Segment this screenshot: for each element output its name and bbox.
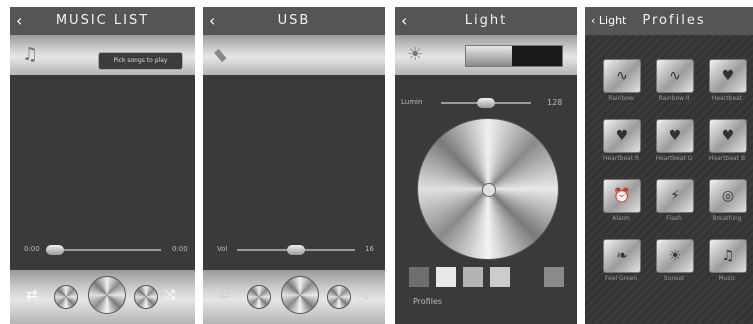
volume-label: Vol (217, 245, 228, 253)
profile-flash-button[interactable]: ⚡ (656, 179, 694, 213)
light-header: ‹ Light (395, 7, 577, 35)
usb-drive-icon: ▮ (209, 44, 229, 65)
shuffle-icon[interactable]: ⤨ (164, 287, 175, 303)
profile-heartbeat-button[interactable]: ♥ (709, 59, 747, 93)
back-arrow-icon[interactable]: ‹ (209, 7, 215, 35)
pick-songs-button[interactable]: Pick songs to play (98, 52, 183, 70)
color-swatch[interactable] (436, 267, 456, 287)
flash-icon: ⚡ (670, 188, 680, 204)
heart-pulse-icon: ♥ (721, 128, 735, 144)
luminance-label: Lumin (401, 98, 423, 106)
breathing-icon: ◎ (721, 188, 735, 204)
sunset-icon: ☀ (668, 248, 682, 264)
color-swatch[interactable] (409, 267, 429, 287)
profile-breathing-button[interactable]: ◎ (709, 179, 747, 213)
profile-heartbeat-b-button[interactable]: ♥ (709, 119, 747, 153)
page-title: MUSIC LIST (55, 13, 150, 28)
next-button[interactable] (327, 285, 351, 309)
repeat-icon[interactable]: ⇄ (219, 287, 231, 303)
profile-heartbeat-g-button[interactable]: ♥ (656, 119, 694, 153)
luminance-knob[interactable] (477, 98, 495, 108)
profile-label: Music (718, 275, 736, 282)
heart-pulse-icon: ♥ (668, 128, 682, 144)
color-swatch[interactable] (490, 267, 510, 287)
alarm-icon: ⏰ (613, 188, 631, 204)
light-toolbar: ☀ (395, 35, 577, 75)
music-note-icon: ♫ (721, 248, 735, 264)
profile-heartbeat-r-button[interactable]: ♥ (603, 119, 641, 153)
music-list-screen: ‹ MUSIC LIST ♫ Pick songs to play 0:00 0… (10, 7, 195, 324)
back-to-light-link[interactable]: ‹ Light (591, 7, 626, 35)
play-button[interactable] (281, 276, 319, 314)
color-wheel[interactable] (417, 118, 559, 260)
music-toolbar: ♫ Pick songs to play (10, 35, 195, 75)
color-swatch[interactable] (544, 267, 564, 287)
profile-alarm-button[interactable]: ⏰ (603, 179, 641, 213)
profile-label: Sunset (663, 275, 685, 282)
back-label: Light (598, 14, 627, 27)
color-wheel-center[interactable] (482, 183, 496, 197)
volume-knob[interactable] (287, 245, 305, 255)
leaf-icon: ❧ (616, 248, 628, 264)
profile-label: Flash (666, 215, 682, 222)
back-arrow-icon[interactable]: ‹ (16, 7, 22, 35)
profile-sunset-button[interactable]: ☀ (656, 239, 694, 273)
profile-label: Rainbow II (658, 95, 690, 102)
profile-label: Heartbeat B (708, 155, 746, 162)
shuffle-icon[interactable]: ⤨ (357, 287, 368, 303)
playback-controls: ⇄ ⤨ (10, 270, 195, 324)
toggle-thumb[interactable] (466, 46, 512, 66)
swirl-icon: ∿ (669, 68, 681, 84)
volume-slider[interactable] (237, 245, 355, 255)
usb-header: ‹ USB (203, 7, 385, 35)
progress-knob[interactable] (46, 245, 64, 255)
light-screen: ‹ Light ☀ Lumin 128 Profiles (395, 7, 577, 324)
color-swatch[interactable] (463, 267, 483, 287)
next-button[interactable] (134, 285, 158, 309)
color-swatch[interactable] (517, 267, 537, 287)
repeat-icon[interactable]: ⇄ (26, 287, 38, 303)
previous-button[interactable] (54, 285, 78, 309)
profile-label: Alarm (612, 215, 630, 222)
light-bulb-icon: ☀ (407, 44, 424, 65)
back-arrow-icon[interactable]: ‹ (401, 7, 407, 35)
profile-rainbow-ii-button[interactable]: ∿ (656, 59, 694, 93)
swirl-icon: ∿ (616, 68, 628, 84)
page-title: Profiles (642, 13, 706, 28)
profile-label: Heartbeat R (602, 155, 640, 162)
power-toggle[interactable] (465, 45, 563, 67)
profile-label: Heartbeat (711, 95, 743, 102)
play-button[interactable] (88, 276, 126, 314)
playback-controls: ⇄ ⤨ (203, 270, 385, 324)
previous-button[interactable] (247, 285, 271, 309)
heart-pulse-icon: ♥ (721, 68, 735, 84)
page-title: USB (277, 13, 311, 28)
profiles-link[interactable]: Profiles (413, 297, 442, 306)
profile-label: Heartbeat G (655, 155, 693, 162)
usb-toolbar: ▮ (203, 35, 385, 75)
progress-slider[interactable] (46, 245, 161, 255)
luminance-value: 128 (547, 98, 563, 107)
profile-feel-green-button[interactable]: ❧ (603, 239, 641, 273)
profiles-screen: ‹ Light Profiles ∿ Rainbow ∿ Rainbow II ♥ Hea… (585, 7, 753, 324)
luminance-slider[interactable] (441, 98, 531, 108)
profile-rainbow-button[interactable]: ∿ (603, 59, 641, 93)
profile-label: Breathing (712, 215, 742, 222)
heart-pulse-icon: ♥ (615, 128, 629, 144)
page-title: Light (464, 13, 508, 28)
profile-label: Rainbow (608, 95, 634, 102)
volume-value: 16 (365, 245, 374, 253)
total-time: 0:00 (172, 245, 188, 253)
music-list-header: ‹ MUSIC LIST (10, 7, 195, 35)
music-library-icon: ♫ (22, 44, 39, 65)
profile-music-button[interactable]: ♫ (709, 239, 747, 273)
elapsed-time: 0:00 (24, 245, 40, 253)
profile-label: Feel Green (604, 275, 638, 282)
usb-screen: ‹ USB ▮ Vol 16 ⇄ ⤨ (203, 7, 385, 324)
profiles-header: ‹ Light Profiles (585, 7, 753, 35)
